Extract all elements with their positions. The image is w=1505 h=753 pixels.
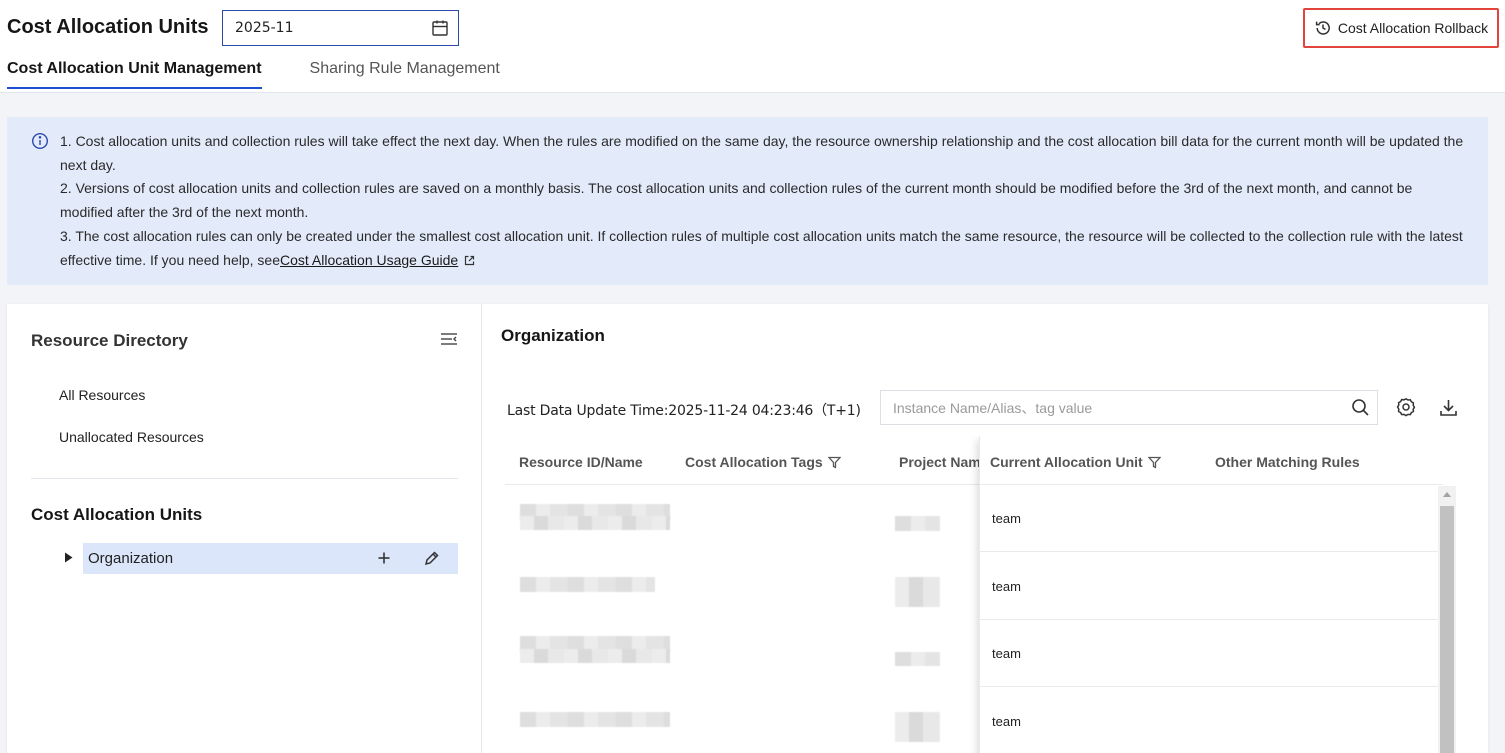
external-link-icon xyxy=(465,255,475,265)
column-header-current-allocation-unit[interactable]: Current Allocation Unit xyxy=(990,454,1161,470)
column-label: Cost Allocation Tags xyxy=(685,454,823,470)
scroll-up-arrow-icon[interactable] xyxy=(1441,489,1453,501)
filter-icon[interactable] xyxy=(1147,456,1161,469)
top-bar: Cost Allocation Units 2025-11 Cost Alloc… xyxy=(0,0,1505,93)
redacted-resource-id xyxy=(520,712,670,727)
row-divider xyxy=(980,686,1443,687)
plus-icon[interactable] xyxy=(376,550,392,566)
tab-sharing-rule-management[interactable]: Sharing Rule Management xyxy=(310,60,500,89)
month-picker[interactable]: 2025-11 xyxy=(222,10,459,46)
caret-right-icon[interactable] xyxy=(64,552,73,563)
month-value: 2025-11 xyxy=(235,20,294,36)
last-update-time: Last Data Update Time:2025-11-24 04:23:4… xyxy=(507,400,861,420)
sidebar-item-all-resources[interactable]: All Resources xyxy=(59,387,145,403)
column-header-project-name[interactable]: Project Name xyxy=(899,454,979,470)
filter-icon[interactable] xyxy=(827,456,841,469)
tree-node-label: Organization xyxy=(88,550,174,567)
column-label: Resource ID/Name xyxy=(519,454,643,470)
redacted-resource-name xyxy=(520,649,670,663)
download-icon[interactable] xyxy=(1439,398,1458,417)
search-input[interactable] xyxy=(893,399,1333,416)
redacted-project-name xyxy=(895,577,940,607)
organization-title: Organization xyxy=(501,326,605,345)
redacted-project-name xyxy=(895,652,940,666)
redacted-resource-id xyxy=(520,577,655,592)
update-time-value: 2025-11-24 04:23:46（T+1) xyxy=(668,403,861,419)
fixed-columns: Current Allocation Unit Other Matching R… xyxy=(979,436,1444,753)
tab-bar: Cost Allocation Unit Management Sharing … xyxy=(7,60,500,89)
column-header-resource-id[interactable]: Resource ID/Name xyxy=(519,454,643,470)
current-allocation-unit-cell: team xyxy=(992,579,1021,594)
calendar-icon xyxy=(432,20,448,36)
cost-allocation-rollback-button[interactable]: Cost Allocation Rollback xyxy=(1303,8,1499,48)
page-title: Cost Allocation Units xyxy=(7,16,209,38)
scrollbar-thumb[interactable] xyxy=(1440,506,1454,753)
tree-node-organization[interactable]: Organization xyxy=(83,543,458,574)
search-icon[interactable] xyxy=(1351,398,1370,417)
gear-icon[interactable] xyxy=(1396,397,1416,417)
column-label: Project Name xyxy=(899,454,979,470)
sidebar-divider xyxy=(31,478,458,479)
notice-line-2: 2. Versions of cost allocation units and… xyxy=(60,180,1413,221)
column-label: Other Matching Rules xyxy=(1215,454,1360,470)
main-card: Resource Directory All Resources Unalloc… xyxy=(7,304,1488,753)
notice-line-1: 1. Cost allocation units and collection … xyxy=(60,133,1464,173)
usage-guide-link[interactable]: Cost Allocation Usage Guide xyxy=(280,252,458,268)
collapse-menu-icon[interactable] xyxy=(439,331,459,347)
column-header-other-matching-rules[interactable]: Other Matching Rules xyxy=(1215,454,1360,470)
tab-cost-allocation-unit-management[interactable]: Cost Allocation Unit Management xyxy=(7,60,262,89)
row-divider xyxy=(980,619,1443,620)
current-allocation-unit-cell: team xyxy=(992,646,1021,661)
cost-allocation-units-title: Cost Allocation Units xyxy=(31,505,203,524)
column-header-cost-allocation-tags[interactable]: Cost Allocation Tags xyxy=(685,454,841,470)
notice-line-3: 3. The cost allocation rules can only be… xyxy=(60,225,1468,272)
update-time-label: Last Data Update Time: xyxy=(507,403,669,419)
sidebar-item-unallocated-resources[interactable]: Unallocated Resources xyxy=(59,429,204,445)
resource-sidebar: Resource Directory All Resources Unalloc… xyxy=(7,304,482,753)
search-box[interactable] xyxy=(880,390,1378,425)
row-divider xyxy=(980,551,1443,552)
history-icon xyxy=(1315,21,1330,35)
organization-panel: Organization Last Data Update Time:2025-… xyxy=(483,304,1488,753)
resource-directory-title: Resource Directory xyxy=(31,331,188,350)
redacted-resource-name xyxy=(520,516,670,530)
info-notice: 1. Cost allocation units and collection … xyxy=(7,117,1488,285)
edit-icon[interactable] xyxy=(423,550,440,567)
redacted-project-name xyxy=(895,516,940,531)
notice-line-3-text: 3. The cost allocation rules can only be… xyxy=(60,227,1463,268)
redacted-project-name xyxy=(895,712,940,742)
column-label: Current Allocation Unit xyxy=(990,454,1143,470)
rollback-label: Cost Allocation Rollback xyxy=(1337,20,1489,36)
table-header-divider xyxy=(980,484,1443,485)
current-allocation-unit-cell: team xyxy=(992,714,1021,729)
current-allocation-unit-cell: team xyxy=(992,511,1021,526)
info-icon xyxy=(31,132,49,150)
resource-table: Resource ID/Name Cost Allocation Tags Pr… xyxy=(505,436,1466,753)
